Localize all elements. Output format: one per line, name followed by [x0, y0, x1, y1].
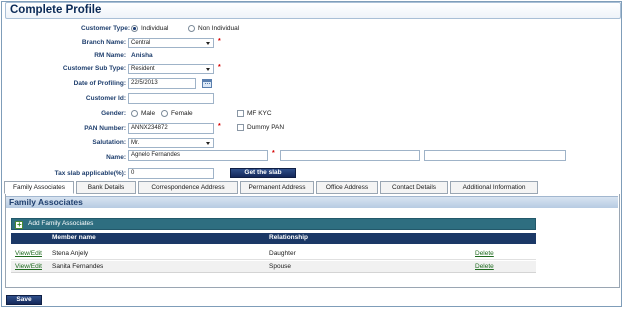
customer-id-input[interactable] — [128, 93, 214, 104]
gender-female-label: Female — [171, 110, 193, 117]
first-name-input[interactable]: Agnelo Fernandes — [128, 150, 268, 161]
delete-link[interactable]: Delete — [475, 248, 494, 259]
tab-bank-details[interactable]: Bank Details — [76, 181, 136, 194]
relationship-cell: Daughter — [269, 250, 296, 257]
branch-name-select[interactable]: Central — [128, 38, 214, 48]
required-mark: * — [218, 38, 221, 45]
get-slab-button[interactable]: Get the slab — [230, 168, 296, 178]
required-mark: * — [218, 123, 221, 130]
required-mark: * — [218, 64, 221, 71]
add-family-associates-bar[interactable]: Add Family Associates — [11, 218, 536, 230]
customer-sub-type-select[interactable]: Resident — [128, 64, 214, 74]
page-title: Complete Profile — [5, 2, 621, 19]
branch-name-label: Branch Name: — [81, 39, 126, 46]
customer-type-nonindividual-label: Non Individual — [198, 25, 240, 32]
view-edit-link[interactable]: View/Edit — [15, 248, 42, 259]
chevron-down-icon — [206, 68, 210, 71]
family-grid-header: Member name Relationship — [11, 233, 536, 244]
chevron-down-icon — [206, 142, 210, 145]
view-edit-link[interactable]: View/Edit — [15, 261, 42, 272]
tab-additional-information[interactable]: Additional Information — [450, 181, 538, 194]
tab-contact-details[interactable]: Contact Details — [380, 181, 448, 194]
tab-correspondence-address[interactable]: Correspondence Address — [138, 181, 238, 194]
salutation-select[interactable]: Mr. — [128, 138, 214, 148]
member-name-cell: Stena Anjely — [52, 250, 89, 257]
tax-slab-label: Tax slab applicable(%): — [54, 170, 126, 177]
relationship-cell: Spouse — [269, 263, 292, 270]
customer-id-label: Customer Id: — [85, 95, 126, 102]
gender-male-radio[interactable] — [131, 110, 138, 117]
page-title-text: Complete Profile — [10, 4, 102, 16]
column-header-relationship: Relationship — [269, 234, 309, 241]
table-row: View/Edit Sanita Fernandes Spouse Delete — [11, 261, 536, 273]
branch-name-value: Central — [131, 40, 151, 46]
customer-type-label: Customer Type: — [81, 25, 130, 32]
column-header-member-name: Member name — [52, 234, 96, 241]
pan-number-input[interactable]: ANNX234872 — [128, 123, 214, 134]
rm-name-value: Anisha — [131, 52, 153, 59]
delete-link[interactable]: Delete — [475, 261, 494, 272]
rm-name-label: RM Name: — [94, 52, 126, 59]
gender-female-radio[interactable] — [161, 110, 168, 117]
save-button[interactable]: Save — [6, 295, 42, 305]
customer-type-nonindividual-radio[interactable] — [188, 25, 195, 32]
gender-label: Gender: — [101, 110, 126, 117]
tab-office-address[interactable]: Office Address — [316, 181, 378, 194]
add-family-associates-label[interactable]: Add Family Associates — [28, 220, 93, 227]
pan-number-label: PAN Number: — [84, 125, 126, 132]
date-of-profiling-label: Date of Profiling: — [73, 80, 126, 87]
tab-permanent-address[interactable]: Permanent Address — [240, 181, 314, 194]
customer-type-individual-radio[interactable] — [131, 25, 138, 32]
chevron-down-icon — [206, 42, 210, 45]
salutation-value: Mr. — [131, 140, 140, 146]
middle-name-input[interactable] — [280, 150, 420, 161]
last-name-input[interactable] — [424, 150, 566, 161]
tax-slab-input[interactable]: 0 — [128, 168, 214, 179]
customer-sub-type-label: Customer Sub Type: — [62, 65, 126, 72]
name-label: Name: — [106, 154, 126, 161]
dummy-pan-label: Dummy PAN — [247, 124, 285, 131]
salutation-label: Salutation: — [92, 139, 126, 146]
calendar-icon[interactable] — [202, 79, 212, 88]
mf-kyc-checkbox[interactable] — [237, 110, 244, 117]
customer-sub-type-value: Resident — [131, 66, 155, 72]
gender-male-label: Male — [141, 110, 156, 117]
dummy-pan-checkbox[interactable] — [237, 124, 244, 131]
required-mark: * — [272, 150, 275, 157]
tab-family-associates[interactable]: Family Associates — [4, 181, 74, 194]
date-of-profiling-input[interactable]: 22/5/2013 — [128, 78, 196, 89]
table-row: View/Edit Stena Anjely Daughter Delete — [11, 248, 536, 260]
family-associates-heading: Family Associates — [6, 196, 618, 208]
member-name-cell: Sanita Fernandes — [52, 263, 104, 270]
customer-type-individual-label: Individual — [141, 25, 169, 32]
mf-kyc-label: MF KYC — [247, 110, 272, 117]
add-icon[interactable] — [15, 220, 23, 230]
